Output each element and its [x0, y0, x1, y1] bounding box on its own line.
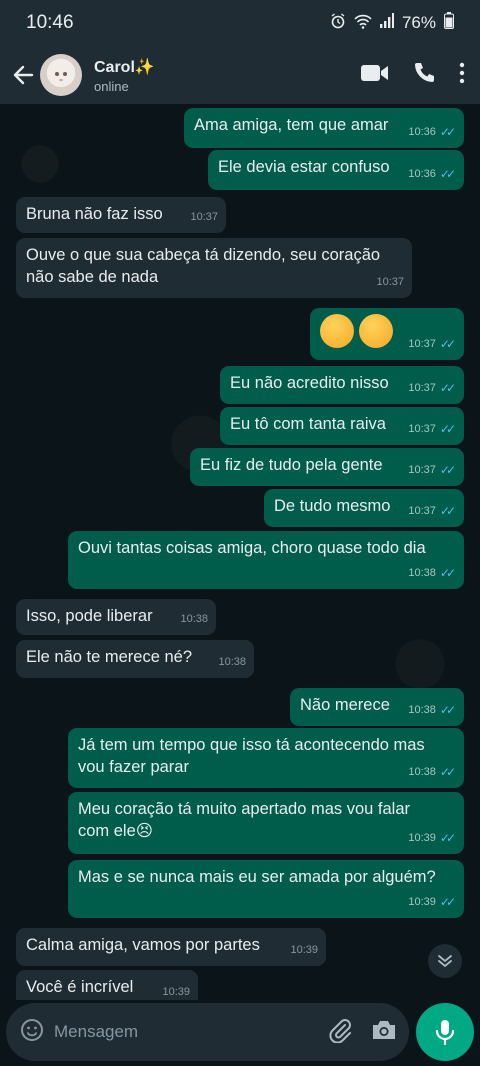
message-text: Eu tô com tanta raiva — [230, 415, 386, 433]
message-time: 10:38 — [218, 656, 246, 668]
status-bar: 10:46 76% — [0, 0, 480, 46]
message-input[interactable] — [54, 1022, 304, 1042]
message-text: Eu fiz de tudo pela gente — [200, 456, 383, 474]
confounded-face-icon — [320, 314, 354, 348]
message-text: Calma amiga, vamos por partes — [26, 936, 260, 954]
read-ticks-icon: ✓✓ — [439, 463, 456, 477]
message-text: Meu coração tá muito apertado mas vou fa… — [78, 800, 411, 840]
message-out[interactable]: Ama amiga, tem que amar 10:36 ✓✓ — [184, 108, 464, 148]
contact-info[interactable]: Carol✨ online — [94, 57, 155, 94]
read-ticks-icon: ✓✓ — [439, 125, 456, 139]
message-time: 10:37 — [408, 464, 436, 476]
message-time: 10:38 — [180, 613, 208, 625]
message-time: 10:39 — [408, 832, 436, 844]
message-text: Isso, pode liberar — [26, 607, 153, 625]
message-time: 10:38 — [408, 567, 436, 579]
status-time: 10:46 — [26, 12, 74, 33]
avatar[interactable] — [40, 54, 82, 96]
message-text: Ouvi tantas coisas amiga, choro quase to… — [78, 539, 426, 557]
emoji-icon[interactable] — [20, 1018, 44, 1047]
message-out[interactable]: Ele devia estar confuso 10:36 ✓✓ — [208, 150, 464, 190]
video-call-icon[interactable] — [360, 62, 390, 89]
message-text: Ouve o que sua cabeça tá dizendo, seu co… — [26, 246, 381, 286]
mic-icon[interactable] — [416, 1003, 474, 1061]
message-text: Ele não te merece né? — [26, 648, 193, 666]
phone-icon[interactable] — [412, 61, 436, 90]
message-in[interactable]: Bruna não faz isso 10:37 — [16, 197, 226, 233]
message-out[interactable]: Não merece 10:38 ✓✓ — [290, 688, 464, 726]
attach-icon[interactable] — [327, 1017, 353, 1048]
message-time: 10:37 — [408, 382, 436, 394]
message-in[interactable]: Isso, pode liberar 10:38 — [16, 599, 216, 635]
message-time: 10:38 — [408, 766, 436, 778]
battery-percent: 76% — [401, 13, 436, 32]
message-out[interactable]: Meu coração tá muito apertado mas vou fa… — [68, 792, 464, 854]
wifi-icon — [354, 13, 372, 34]
message-time: 10:37 — [190, 211, 218, 223]
chat-header: Carol✨ online — [0, 46, 480, 104]
message-time: 10:37 — [408, 338, 436, 350]
message-list[interactable]: Ama amiga, tem que amar 10:36 ✓✓ Ele devi… — [0, 104, 480, 1000]
message-text: Eu não acredito nisso — [230, 374, 389, 392]
read-ticks-icon: ✓✓ — [439, 831, 456, 845]
message-out[interactable]: 😖😖 10:37✓✓ — [310, 308, 464, 360]
message-time: 10:37 — [408, 505, 436, 517]
message-text: De tudo mesmo — [274, 497, 391, 515]
read-ticks-icon: ✓✓ — [439, 504, 456, 518]
message-text: Você é incrível — [26, 978, 134, 996]
message-out[interactable]: Eu tô com tanta raiva 10:37 ✓✓ — [220, 407, 464, 445]
message-text: Não merece — [300, 696, 390, 714]
signal-icon — [379, 12, 394, 34]
read-ticks-icon: ✓✓ — [439, 422, 456, 436]
message-in[interactable]: Você é incrível 10:39 — [16, 970, 198, 1000]
read-ticks-icon: ✓✓ — [439, 167, 456, 181]
message-text: Bruna não faz isso — [26, 205, 163, 223]
message-text: Já tem um tempo que isso tá acontecendo … — [78, 736, 425, 776]
read-ticks-icon: ✓✓ — [439, 337, 456, 351]
read-ticks-icon: ✓✓ — [439, 765, 456, 779]
message-text: Ele devia estar confuso — [218, 158, 390, 176]
more-options-icon[interactable] — [458, 62, 466, 89]
message-in[interactable]: Ele não te merece né? 10:38 — [16, 640, 254, 678]
read-ticks-icon: ✓✓ — [439, 895, 456, 909]
message-time: 10:36 — [408, 168, 436, 180]
scroll-down-icon[interactable] — [428, 944, 462, 978]
message-out[interactable]: Mas e se nunca mais eu ser amada por alg… — [68, 860, 464, 918]
read-ticks-icon: ✓✓ — [439, 703, 456, 717]
battery-icon — [444, 12, 454, 34]
message-time: 10:39 — [408, 896, 436, 908]
message-out[interactable]: Ouvi tantas coisas amiga, choro quase to… — [68, 531, 464, 589]
message-text: Ama amiga, tem que amar — [194, 116, 389, 134]
status-icons: 76% — [330, 12, 454, 34]
message-time: 10:37 — [408, 423, 436, 435]
message-time: 10:37 — [376, 276, 404, 288]
message-in[interactable]: Calma amiga, vamos por partes 10:39 — [16, 928, 326, 966]
message-out[interactable]: Eu fiz de tudo pela gente 10:37 ✓✓ — [190, 448, 464, 486]
composer-bar — [0, 1000, 480, 1066]
message-out[interactable]: Já tem um tempo que isso tá acontecendo … — [68, 728, 464, 788]
message-in[interactable]: Ouve o que sua cabeça tá dizendo, seu co… — [16, 238, 412, 298]
read-ticks-icon: ✓✓ — [439, 566, 456, 580]
message-out[interactable]: De tudo mesmo 10:37 ✓✓ — [264, 489, 464, 527]
confounded-face-icon — [358, 314, 393, 348]
message-time: 10:36 — [408, 126, 436, 138]
back-arrow-icon[interactable] — [6, 58, 40, 92]
camera-icon[interactable] — [371, 1019, 397, 1046]
message-text: Mas e se nunca mais eu ser amada por alg… — [78, 868, 436, 886]
header-actions — [360, 61, 480, 90]
message-out[interactable]: Eu não acredito nisso 10:37 ✓✓ — [220, 366, 464, 404]
contact-name: Carol✨ — [94, 58, 155, 76]
message-time: 10:39 — [290, 944, 318, 956]
message-time: 10:39 — [162, 986, 190, 998]
message-time: 10:38 — [408, 704, 436, 716]
message-composer — [6, 1003, 409, 1061]
alarm-icon — [330, 12, 346, 34]
read-ticks-icon: ✓✓ — [439, 381, 456, 395]
contact-status: online — [94, 78, 129, 94]
